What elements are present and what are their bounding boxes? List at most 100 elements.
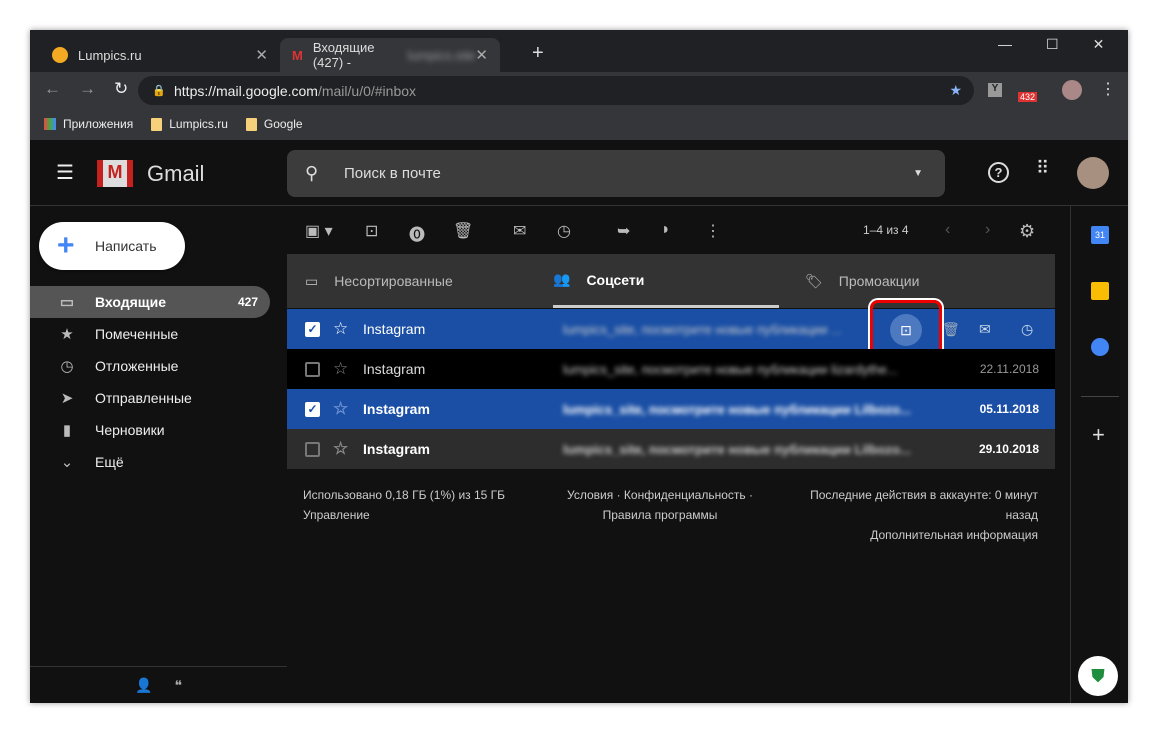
tab-label: Соцсети	[586, 271, 645, 288]
blurred-email: lumpics.site	[407, 47, 476, 63]
settings-gear-icon[interactable]: ⚙	[1019, 221, 1035, 242]
keep-icon[interactable]	[1091, 282, 1109, 300]
mark-read-icon[interactable]: ✉	[513, 221, 526, 241]
bookmark-google[interactable]: Google	[245, 117, 303, 131]
next-page-button[interactable]: ›	[985, 221, 990, 239]
tasks-icon[interactable]	[1091, 338, 1109, 356]
row-checkbox[interactable]: ✓	[305, 401, 320, 417]
tab-gmail[interactable]: M Входящие (427) - lumpics.site ✕	[280, 38, 500, 72]
menu-icon[interactable]: ⋮	[1100, 79, 1116, 99]
terms-link[interactable]: Условия · Конфиденциальность ·	[550, 485, 770, 505]
email-row[interactable]: ✓ ☆ Instagram lumpics_site, посмотрите но…	[287, 300, 1055, 356]
row-checkbox[interactable]	[305, 361, 320, 377]
back-button[interactable]: ←	[44, 79, 61, 99]
archive-hover-button[interactable]: ⊡	[890, 314, 922, 346]
pagination-text: 1–4 из 4	[863, 223, 909, 237]
label-icon[interactable]: ◗	[661, 221, 671, 239]
program-policies-link[interactable]: Правила программы	[550, 505, 770, 525]
row-checkbox[interactable]	[305, 441, 320, 457]
select-all-checkbox[interactable]: ▣ ▾	[305, 221, 333, 241]
delete-hover-icon[interactable]: 🗑	[942, 321, 960, 338]
main-menu-icon[interactable]: ☰	[56, 160, 74, 185]
search-placeholder: Поиск в почте	[344, 165, 441, 182]
activity-text: назад	[1005, 508, 1038, 522]
new-tab-button[interactable]: +	[532, 42, 544, 65]
email-date: 22.11.2018	[979, 362, 1039, 376]
minimize-button[interactable]: —	[998, 36, 1012, 53]
shield-extension-icon[interactable]: ⛊	[1078, 656, 1118, 696]
apps-grid-icon	[44, 118, 56, 130]
gmail-logo-text[interactable]: Gmail	[147, 161, 204, 187]
gmail-header: ☰ M Gmail ⚲ Поиск в почте ▼ ? ⠿	[30, 140, 1128, 206]
email-row[interactable]: ☆ Instagram lumpics_site, посмотрите нов…	[287, 429, 1055, 469]
email-sender: Instagram	[363, 321, 426, 337]
archive-icon[interactable]: ⊡	[365, 221, 378, 241]
search-options-caret-icon[interactable]: ▼	[913, 168, 923, 179]
snooze-hover-icon[interactable]: ◷	[1021, 321, 1033, 338]
search-input[interactable]: ⚲ Поиск в почте ▼	[287, 150, 945, 197]
nav-sent[interactable]: ➤ Отправленные	[30, 382, 270, 414]
reload-button[interactable]: ↻	[114, 79, 128, 99]
tab-lumpics[interactable]: Lumpics.ru ✕	[40, 38, 280, 72]
mark-read-hover-icon[interactable]: ✉	[979, 321, 991, 338]
add-addon-icon[interactable]: +	[1092, 422, 1105, 448]
calendar-icon[interactable]: 31	[1091, 226, 1109, 244]
delete-icon[interactable]: 🗑	[453, 221, 473, 241]
details-link[interactable]: Дополнительная информация	[770, 525, 1038, 545]
compose-button[interactable]: + Написать	[39, 222, 185, 270]
contacts-icon[interactable]: 👤	[135, 677, 152, 694]
email-row[interactable]: ✓ ☆ Instagram lumpics_site, посмотрите но…	[287, 389, 1055, 429]
email-snippet: lumpics_site, посмотрите новые публикаци…	[563, 321, 843, 337]
gmail-favicon-icon: M	[292, 47, 303, 63]
row-checkbox[interactable]: ✓	[305, 321, 320, 337]
gmail-logo-icon[interactable]: M	[97, 160, 133, 187]
profile-avatar[interactable]	[1062, 80, 1082, 100]
bookmark-star-icon[interactable]: ★	[949, 82, 962, 99]
lock-icon: 🔒	[152, 85, 166, 97]
nav-inbox[interactable]: ▭ Входящие 427	[30, 286, 270, 318]
clock-icon: ◷	[60, 358, 74, 375]
prev-page-button[interactable]: ‹	[945, 221, 950, 239]
star-icon[interactable]: ☆	[333, 359, 348, 379]
forward-button[interactable]: →	[79, 79, 96, 99]
tab-label: Промоакции	[838, 273, 920, 289]
close-tab-icon[interactable]: ✕	[255, 46, 268, 64]
address-bar[interactable]: 🔒 https://mail.google.com/mail/u/0/#inbox…	[138, 76, 974, 105]
email-date: 05.11.2018	[979, 402, 1039, 416]
category-tabs: ▭ Несортированные 👥 Соцсети 🏷 Промоакции	[287, 254, 1055, 308]
star-icon[interactable]: ☆	[333, 399, 348, 419]
help-icon[interactable]: ?	[988, 162, 1009, 183]
tab-primary[interactable]: ▭ Несортированные	[305, 254, 453, 308]
maximize-button[interactable]: ☐	[1046, 36, 1059, 53]
close-window-button[interactable]: ✕	[1093, 36, 1105, 53]
account-avatar[interactable]	[1077, 157, 1109, 189]
more-icon[interactable]: ⋮	[705, 221, 721, 241]
manage-link[interactable]: Управление	[303, 505, 505, 525]
yandex-extension-icon[interactable]: Y	[988, 83, 1002, 97]
star-icon[interactable]: ☆	[333, 439, 348, 459]
nav-snoozed[interactable]: ◷ Отложенные	[30, 350, 270, 382]
star-icon[interactable]: ☆	[333, 319, 348, 339]
policy-links: Условия · Конфиденциальность · Правила пр…	[550, 485, 770, 525]
close-tab-icon[interactable]: ✕	[475, 46, 488, 64]
bookmark-lumpics[interactable]: Lumpics.ru	[151, 117, 228, 131]
apps-icon[interactable]: ⠿	[1036, 158, 1049, 179]
spam-icon[interactable]: ⓿	[409, 221, 425, 245]
search-icon: ⚲	[305, 163, 319, 183]
hangouts-icon[interactable]: ❝	[174, 677, 182, 694]
tab-bar: Lumpics.ru ✕ M Входящие (427) - lumpics.sit…	[30, 30, 1128, 72]
move-to-icon[interactable]: ➥	[617, 221, 630, 241]
snooze-icon[interactable]: ◷	[557, 221, 571, 241]
tab-social[interactable]: 👥 Соцсети	[553, 254, 779, 308]
mail-extension-badge[interactable]: 432	[1018, 92, 1038, 102]
nav-more[interactable]: ⌄ Ещё	[30, 446, 270, 478]
storage-info: Использовано 0,18 ГБ (1%) из 15 ГБ Управл…	[303, 485, 505, 525]
folder-icon	[151, 117, 163, 131]
nav-drafts[interactable]: ▮ Черновики	[30, 414, 270, 446]
email-snippet: lumpics_site, посмотрите новые публикаци…	[563, 361, 898, 377]
email-row[interactable]: ☆ Instagram lumpics_site, посмотрите нов…	[287, 349, 1055, 389]
account-activity: Последние действия в аккаунте: 0 минут на…	[770, 485, 1038, 545]
email-sender: Instagram	[363, 441, 430, 457]
nav-starred[interactable]: ★ Помеченные	[30, 318, 270, 350]
bookmark-apps[interactable]: Приложения	[44, 117, 133, 131]
